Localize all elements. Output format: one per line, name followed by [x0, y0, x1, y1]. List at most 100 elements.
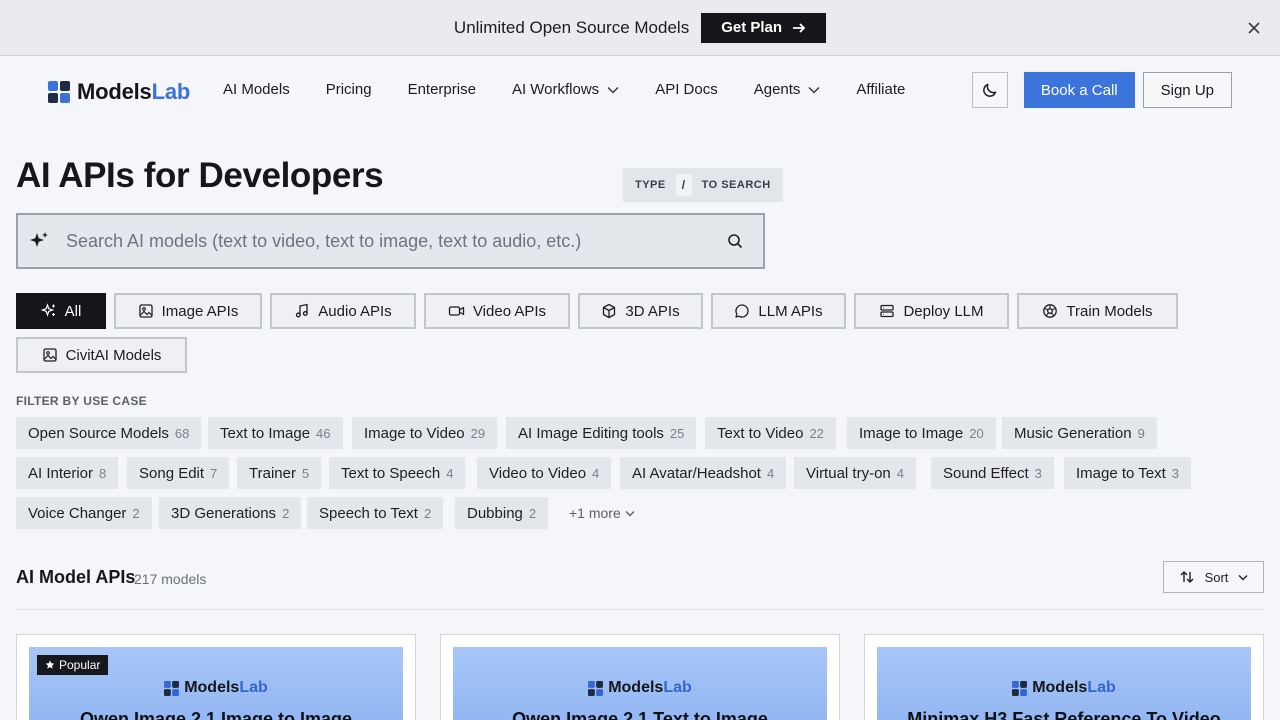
category-llm-apis[interactable]: LLM APIs	[711, 293, 846, 329]
chevron-down-icon	[625, 510, 635, 516]
tag-image-to-image[interactable]: Image to Image 20	[847, 417, 996, 449]
category-video-apis[interactable]: Video APIs	[424, 293, 570, 329]
search-input[interactable]	[66, 230, 727, 252]
chevron-down-icon	[808, 86, 820, 94]
tag-trainer[interactable]: Trainer 5	[237, 457, 322, 489]
category-civitai-models[interactable]: CivitAI Models	[16, 337, 187, 373]
book-call-button[interactable]: Book a Call	[1023, 72, 1135, 108]
category-3d-apis[interactable]: 3D APIs	[578, 293, 703, 329]
tag-virtual-try-on[interactable]: Virtual try-on 4	[794, 457, 916, 489]
chevron-down-icon	[607, 86, 619, 94]
sparkle-icon	[30, 232, 48, 247]
video-icon	[448, 306, 465, 316]
moon-icon	[983, 83, 997, 97]
card-brand-logo: ModelsLab	[877, 679, 1251, 697]
promo-banner: Unlimited Open Source Models Get Plan	[0, 0, 1280, 56]
filter-label: FILTER BY USE CASE	[16, 394, 147, 408]
nav-link-pricing[interactable]: Pricing	[326, 81, 372, 98]
music-icon	[296, 303, 309, 318]
nav-link-agents[interactable]: Agents	[754, 81, 821, 98]
search-box[interactable]	[16, 213, 765, 269]
sort-label: Sort	[1204, 569, 1229, 585]
tag-text-to-image[interactable]: Text to Image 46	[208, 417, 343, 449]
nav-link-ai-models[interactable]: AI Models	[223, 81, 290, 98]
model-card[interactable]: ModelsLab Qwen Image 2.1 Text to Image	[440, 634, 840, 720]
category-image-apis-label: Image APIs	[161, 302, 239, 320]
section-divider	[16, 609, 1264, 610]
tag-image-to-text[interactable]: Image to Text 3	[1064, 457, 1192, 489]
page-title: AI APIs for Developers	[16, 156, 384, 195]
tag-text-to-speech[interactable]: Text to Speech 4	[329, 457, 466, 489]
tag-dubbing[interactable]: Dubbing 2	[455, 497, 549, 529]
chevron-down-icon	[1238, 574, 1248, 580]
category-deploy-llm[interactable]: Deploy LLM	[854, 293, 1009, 329]
show-more-tags-button[interactable]: +1 more	[557, 497, 647, 529]
sign-up-button[interactable]: Sign Up	[1142, 72, 1232, 108]
sort-arrows-icon	[1180, 571, 1194, 583]
model-card[interactable]: Popular ModelsLab Qwen Image 2.1 Image t…	[16, 634, 416, 720]
category-all-label: All	[64, 302, 82, 320]
star-icon	[45, 660, 55, 669]
aperture-icon	[1043, 304, 1058, 318]
get-plan-label: Get Plan	[721, 19, 783, 36]
category-audio-apis[interactable]: Audio APIs	[270, 293, 416, 329]
search-icon[interactable]	[727, 233, 743, 249]
model-thumbnail: Popular ModelsLab Qwen Image 2.1 Image t…	[29, 647, 403, 720]
nav-link-api-docs[interactable]: API Docs	[655, 81, 718, 98]
hint-type: TYPE	[635, 179, 666, 191]
top-nav: ModelsLab AI Models Pricing Enterprise A…	[0, 57, 1280, 123]
logo-mark-icon	[1012, 680, 1028, 696]
nav-link-affiliate[interactable]: Affiliate	[856, 81, 905, 98]
theme-toggle-button[interactable]	[971, 72, 1008, 108]
tag-video-to-video[interactable]: Video to Video 4	[477, 457, 612, 489]
category-train-models-label: Train Models	[1066, 302, 1153, 320]
tag-speech-to-text[interactable]: Speech to Text 2	[307, 497, 444, 529]
close-banner-button[interactable]	[1244, 18, 1264, 38]
category-deploy-llm-label: Deploy LLM	[903, 302, 984, 320]
server-icon	[880, 304, 895, 318]
tag-voice-changer[interactable]: Voice Changer 2	[16, 497, 152, 529]
model-card[interactable]: ModelsLab Minimax H3 Fast Reference To V…	[864, 634, 1264, 720]
tag-ai-avatar-headshot[interactable]: AI Avatar/Headshot 4	[620, 457, 787, 489]
logo-mark-icon	[48, 81, 70, 103]
card-brand-logo: ModelsLab	[29, 679, 403, 697]
model-card-title: Qwen Image 2.1 Text to Image	[512, 709, 768, 720]
model-thumbnail: ModelsLab Qwen Image 2.1 Text to Image	[453, 647, 827, 720]
sort-button[interactable]: Sort	[1163, 561, 1264, 593]
category-llm-apis-label: LLM APIs	[758, 302, 823, 320]
category-image-apis[interactable]: Image APIs	[114, 293, 262, 329]
tag-sound-effect[interactable]: Sound Effect 3	[931, 457, 1054, 489]
nav-actions: Book a Call Sign Up	[971, 72, 1232, 108]
category-3d-apis-label: 3D APIs	[625, 302, 680, 320]
image-icon	[138, 304, 153, 318]
search-shortcut-hint: TYPE / TO SEARCH	[623, 168, 783, 202]
nav-links: AI Models Pricing Enterprise AI Workflow…	[223, 81, 941, 98]
logo-mark-icon	[588, 680, 604, 696]
tag-ai-image-editing-tools[interactable]: AI Image Editing tools 25	[506, 417, 697, 449]
tag-3d-generations[interactable]: 3D Generations 2	[159, 497, 302, 529]
model-card-title: Minimax H3 Fast Reference To Video	[907, 709, 1221, 720]
tag-image-to-video[interactable]: Image to Video 29	[352, 417, 498, 449]
chat-icon	[735, 304, 750, 318]
popular-badge: Popular	[37, 655, 109, 675]
nav-link-enterprise[interactable]: Enterprise	[408, 81, 476, 98]
brand-logo[interactable]: ModelsLab	[48, 79, 190, 105]
sparkles-icon	[40, 303, 55, 317]
tag-text-to-video[interactable]: Text to Video 22	[705, 417, 836, 449]
hint-search: TO SEARCH	[701, 179, 771, 191]
get-plan-button[interactable]: Get Plan	[701, 12, 827, 43]
logo-mark-icon	[164, 680, 180, 696]
category-civitai-models-label: CivitAI Models	[65, 346, 162, 364]
tag-ai-interior[interactable]: AI Interior 8	[16, 457, 119, 489]
category-all[interactable]: All	[16, 293, 106, 329]
tag-music-generation[interactable]: Music Generation 9	[1002, 417, 1157, 449]
brand-name: ModelsLab	[77, 79, 191, 104]
tag-open-source-models[interactable]: Open Source Models 68	[16, 417, 202, 449]
category-train-models[interactable]: Train Models	[1017, 293, 1178, 329]
model-thumbnail: ModelsLab Minimax H3 Fast Reference To V…	[877, 647, 1251, 720]
nav-link-ai-workflows[interactable]: AI Workflows	[512, 81, 619, 98]
card-brand-logo: ModelsLab	[453, 679, 827, 697]
models-count: 217 models	[134, 571, 207, 587]
close-icon	[1248, 22, 1260, 34]
tag-song-edit[interactable]: Song Edit 7	[127, 457, 230, 489]
